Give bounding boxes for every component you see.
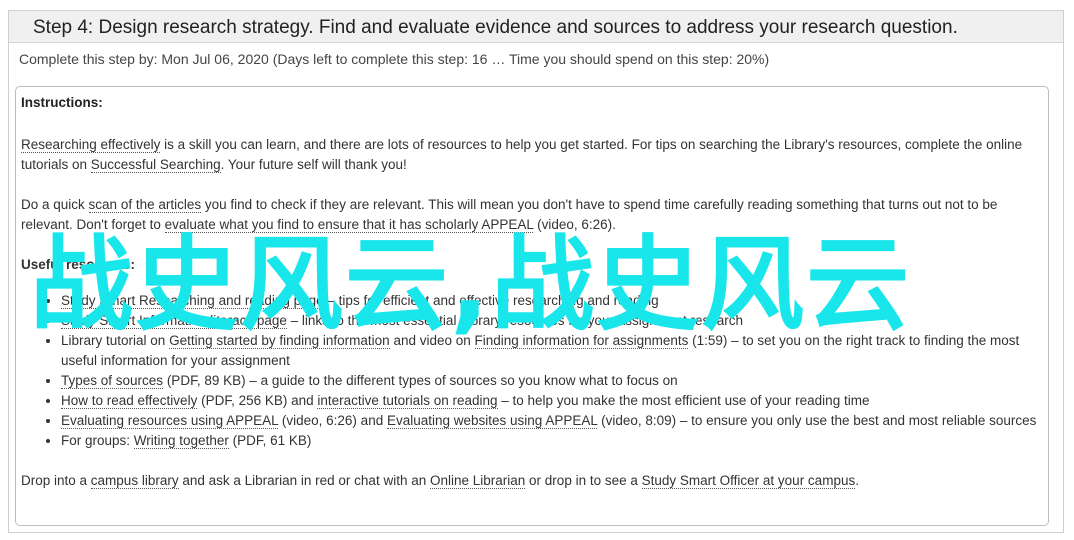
link-how-to-read[interactable]: How to read effectively xyxy=(61,393,198,409)
text: Library tutorial on xyxy=(61,333,170,348)
text: and video on xyxy=(389,333,475,348)
link-researching-effectively[interactable]: Researching effectively xyxy=(21,137,161,153)
text: – to help you make the most efficient us… xyxy=(497,393,870,408)
text: – links to the most essential Library re… xyxy=(286,313,744,328)
link-successful-searching[interactable]: Successful Searching xyxy=(90,157,221,173)
link-study-smart-information[interactable]: Study Smart Information literacy page xyxy=(61,313,287,329)
link-study-smart-researching[interactable]: Study Smart Researching and reading page xyxy=(61,293,324,309)
text: . xyxy=(855,473,859,488)
text: (PDF, 89 KB) – a guide to the different … xyxy=(163,373,678,388)
link-interactive-tutorials[interactable]: interactive tutorials on reading xyxy=(317,393,498,409)
list-item: Study Smart Researching and reading page… xyxy=(61,291,1038,311)
step-title: Step 4: Design research strategy. Find a… xyxy=(9,11,1063,43)
text: (video, 6:26). xyxy=(533,217,616,232)
text: and ask a Librarian in red or chat with … xyxy=(178,473,430,488)
paragraph-campus: Drop into a campus library and ask a Lib… xyxy=(21,471,1038,491)
step-panel: Step 4: Design research strategy. Find a… xyxy=(8,10,1064,533)
instructions-title: Instructions: xyxy=(21,95,103,110)
list-item: Library tutorial on Getting started by f… xyxy=(61,331,1038,371)
text: (PDF, 61 KB) xyxy=(228,433,312,448)
resources-title: Useful resources: xyxy=(21,257,136,272)
link-campus-library[interactable]: campus library xyxy=(90,473,179,489)
list-item: Evaluating resources using APPEAL (video… xyxy=(61,411,1038,431)
list-item: Types of sources (PDF, 89 KB) – a guide … xyxy=(61,371,1038,391)
link-study-smart-officer[interactable]: Study Smart Officer at your campus xyxy=(641,473,856,489)
list-item: For groups: Writing together (PDF, 61 KB… xyxy=(61,431,1038,451)
text: (PDF, 256 KB) and xyxy=(197,393,318,408)
text: (video, 6:26) and xyxy=(278,413,387,428)
link-getting-started[interactable]: Getting started by finding information xyxy=(169,333,390,349)
link-scan-articles[interactable]: scan of the articles xyxy=(88,197,202,213)
text: . Your future self will thank you! xyxy=(220,157,407,172)
due-date-text: Complete this step by: Mon Jul 06, 2020 … xyxy=(19,51,770,67)
link-finding-information[interactable]: Finding information for assignments xyxy=(474,333,689,349)
text: Do a quick xyxy=(21,197,89,212)
list-item: How to read effectively (PDF, 256 KB) an… xyxy=(61,391,1038,411)
link-online-librarian[interactable]: Online Librarian xyxy=(429,473,526,489)
instructions-box: Instructions: Researching effectively is… xyxy=(15,86,1049,526)
text: For groups: xyxy=(61,433,134,448)
link-types-of-sources[interactable]: Types of sources xyxy=(61,373,164,389)
link-writing-together[interactable]: Writing together xyxy=(133,433,229,449)
link-evaluating-resources[interactable]: Evaluating resources using APPEAL xyxy=(61,413,279,429)
link-evaluating-websites[interactable]: Evaluating websites using APPEAL xyxy=(386,413,598,429)
resources-list: Study Smart Researching and reading page… xyxy=(21,291,1038,451)
paragraph-researching: Researching effectively is a skill you c… xyxy=(21,135,1038,175)
text: or drop in to see a xyxy=(525,473,642,488)
text: – tips for efficient and effective resea… xyxy=(323,293,659,308)
text: (video, 8:09) – to ensure you only use t… xyxy=(597,413,1037,428)
paragraph-scan: Do a quick scan of the articles you find… xyxy=(21,195,1038,235)
text: Drop into a xyxy=(21,473,91,488)
list-item: Study Smart Information literacy page – … xyxy=(61,311,1038,331)
link-evaluate-appeal[interactable]: evaluate what you find to ensure that it… xyxy=(164,217,534,233)
